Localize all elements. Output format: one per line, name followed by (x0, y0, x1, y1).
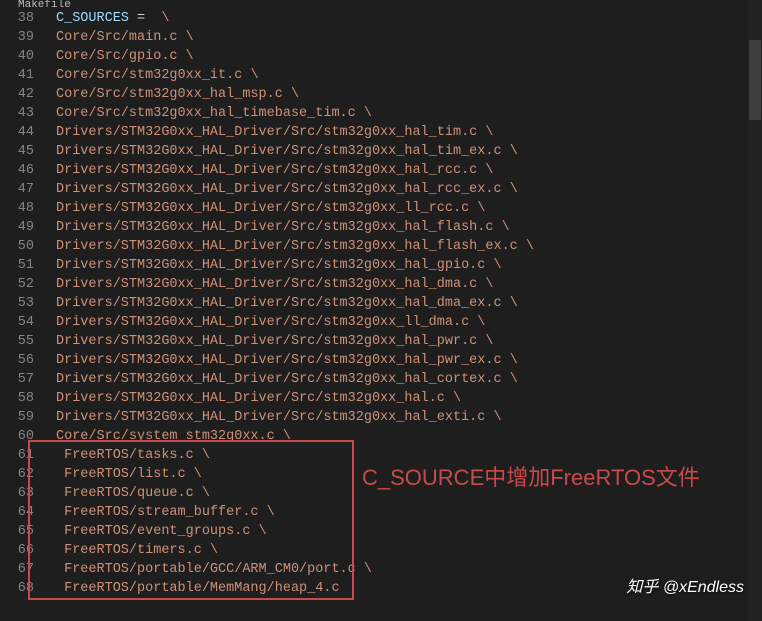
code-area[interactable]: C_SOURCES = \Core/Src/main.c \Core/Src/g… (42, 9, 762, 621)
code-line[interactable]: Core/Src/stm32g0xx_hal_msp.c \ (56, 85, 762, 104)
tab-bar: Makefile (0, 0, 762, 9)
line-number: 60 (0, 427, 34, 446)
line-number: 68 (0, 579, 34, 598)
line-number: 48 (0, 199, 34, 218)
line-number: 43 (0, 104, 34, 123)
code-line[interactable]: Drivers/STM32G0xx_HAL_Driver/Src/stm32g0… (56, 275, 762, 294)
line-number: 55 (0, 332, 34, 351)
code-line[interactable]: Drivers/STM32G0xx_HAL_Driver/Src/stm32g0… (56, 199, 762, 218)
line-number: 45 (0, 142, 34, 161)
line-number: 59 (0, 408, 34, 427)
line-number: 58 (0, 389, 34, 408)
editor: 3839404142434445464748495051525354555657… (0, 9, 762, 621)
code-line[interactable]: Drivers/STM32G0xx_HAL_Driver/Src/stm32g0… (56, 256, 762, 275)
code-line[interactable]: Drivers/STM32G0xx_HAL_Driver/Src/stm32g0… (56, 332, 762, 351)
code-line[interactable]: Drivers/STM32G0xx_HAL_Driver/Src/stm32g0… (56, 313, 762, 332)
vertical-scrollbar[interactable] (748, 0, 762, 621)
code-line[interactable]: Drivers/STM32G0xx_HAL_Driver/Src/stm32g0… (56, 408, 762, 427)
code-line[interactable]: FreeRTOS/event_groups.c \ (56, 522, 762, 541)
line-number: 51 (0, 256, 34, 275)
line-number: 62 (0, 465, 34, 484)
code-line[interactable]: Drivers/STM32G0xx_HAL_Driver/Src/stm32g0… (56, 370, 762, 389)
line-number: 47 (0, 180, 34, 199)
code-line[interactable]: Drivers/STM32G0xx_HAL_Driver/Src/stm32g0… (56, 389, 762, 408)
code-line[interactable]: Drivers/STM32G0xx_HAL_Driver/Src/stm32g0… (56, 123, 762, 142)
line-number: 63 (0, 484, 34, 503)
line-number: 39 (0, 28, 34, 47)
line-number: 61 (0, 446, 34, 465)
line-number: 65 (0, 522, 34, 541)
line-number: 53 (0, 294, 34, 313)
code-line[interactable]: Drivers/STM32G0xx_HAL_Driver/Src/stm32g0… (56, 351, 762, 370)
line-number: 38 (0, 9, 34, 28)
code-line[interactable]: C_SOURCES = \ (56, 9, 762, 28)
line-number: 56 (0, 351, 34, 370)
watermark: 知乎 @xEndless (626, 573, 744, 597)
line-number: 67 (0, 560, 34, 579)
scrollbar-thumb[interactable] (749, 40, 761, 120)
line-number: 42 (0, 85, 34, 104)
line-number: 41 (0, 66, 34, 85)
code-line[interactable]: Core/Src/main.c \ (56, 28, 762, 47)
code-line[interactable]: Core/Src/stm32g0xx_it.c \ (56, 66, 762, 85)
code-line[interactable]: Drivers/STM32G0xx_HAL_Driver/Src/stm32g0… (56, 237, 762, 256)
code-line[interactable]: Core/Src/stm32g0xx_hal_timebase_tim.c \ (56, 104, 762, 123)
code-line[interactable]: FreeRTOS/stream_buffer.c \ (56, 503, 762, 522)
line-number: 54 (0, 313, 34, 332)
code-line[interactable]: Core/Src/system_stm32g0xx.c \ (56, 427, 762, 446)
annotation-text: C_SOURCE中增加FreeRTOS文件 (362, 460, 700, 492)
code-line[interactable]: Drivers/STM32G0xx_HAL_Driver/Src/stm32g0… (56, 218, 762, 237)
code-line[interactable]: Drivers/STM32G0xx_HAL_Driver/Src/stm32g0… (56, 161, 762, 180)
line-number: 44 (0, 123, 34, 142)
line-number: 46 (0, 161, 34, 180)
code-line[interactable]: Drivers/STM32G0xx_HAL_Driver/Src/stm32g0… (56, 294, 762, 313)
line-number: 49 (0, 218, 34, 237)
line-number: 52 (0, 275, 34, 294)
line-number: 57 (0, 370, 34, 389)
code-line[interactable]: Core/Src/gpio.c \ (56, 47, 762, 66)
line-number-gutter: 3839404142434445464748495051525354555657… (0, 9, 42, 621)
code-line[interactable]: Drivers/STM32G0xx_HAL_Driver/Src/stm32g0… (56, 180, 762, 199)
code-line[interactable]: Drivers/STM32G0xx_HAL_Driver/Src/stm32g0… (56, 142, 762, 161)
line-number: 40 (0, 47, 34, 66)
line-number: 66 (0, 541, 34, 560)
line-number: 50 (0, 237, 34, 256)
code-line[interactable]: FreeRTOS/timers.c \ (56, 541, 762, 560)
line-number: 64 (0, 503, 34, 522)
